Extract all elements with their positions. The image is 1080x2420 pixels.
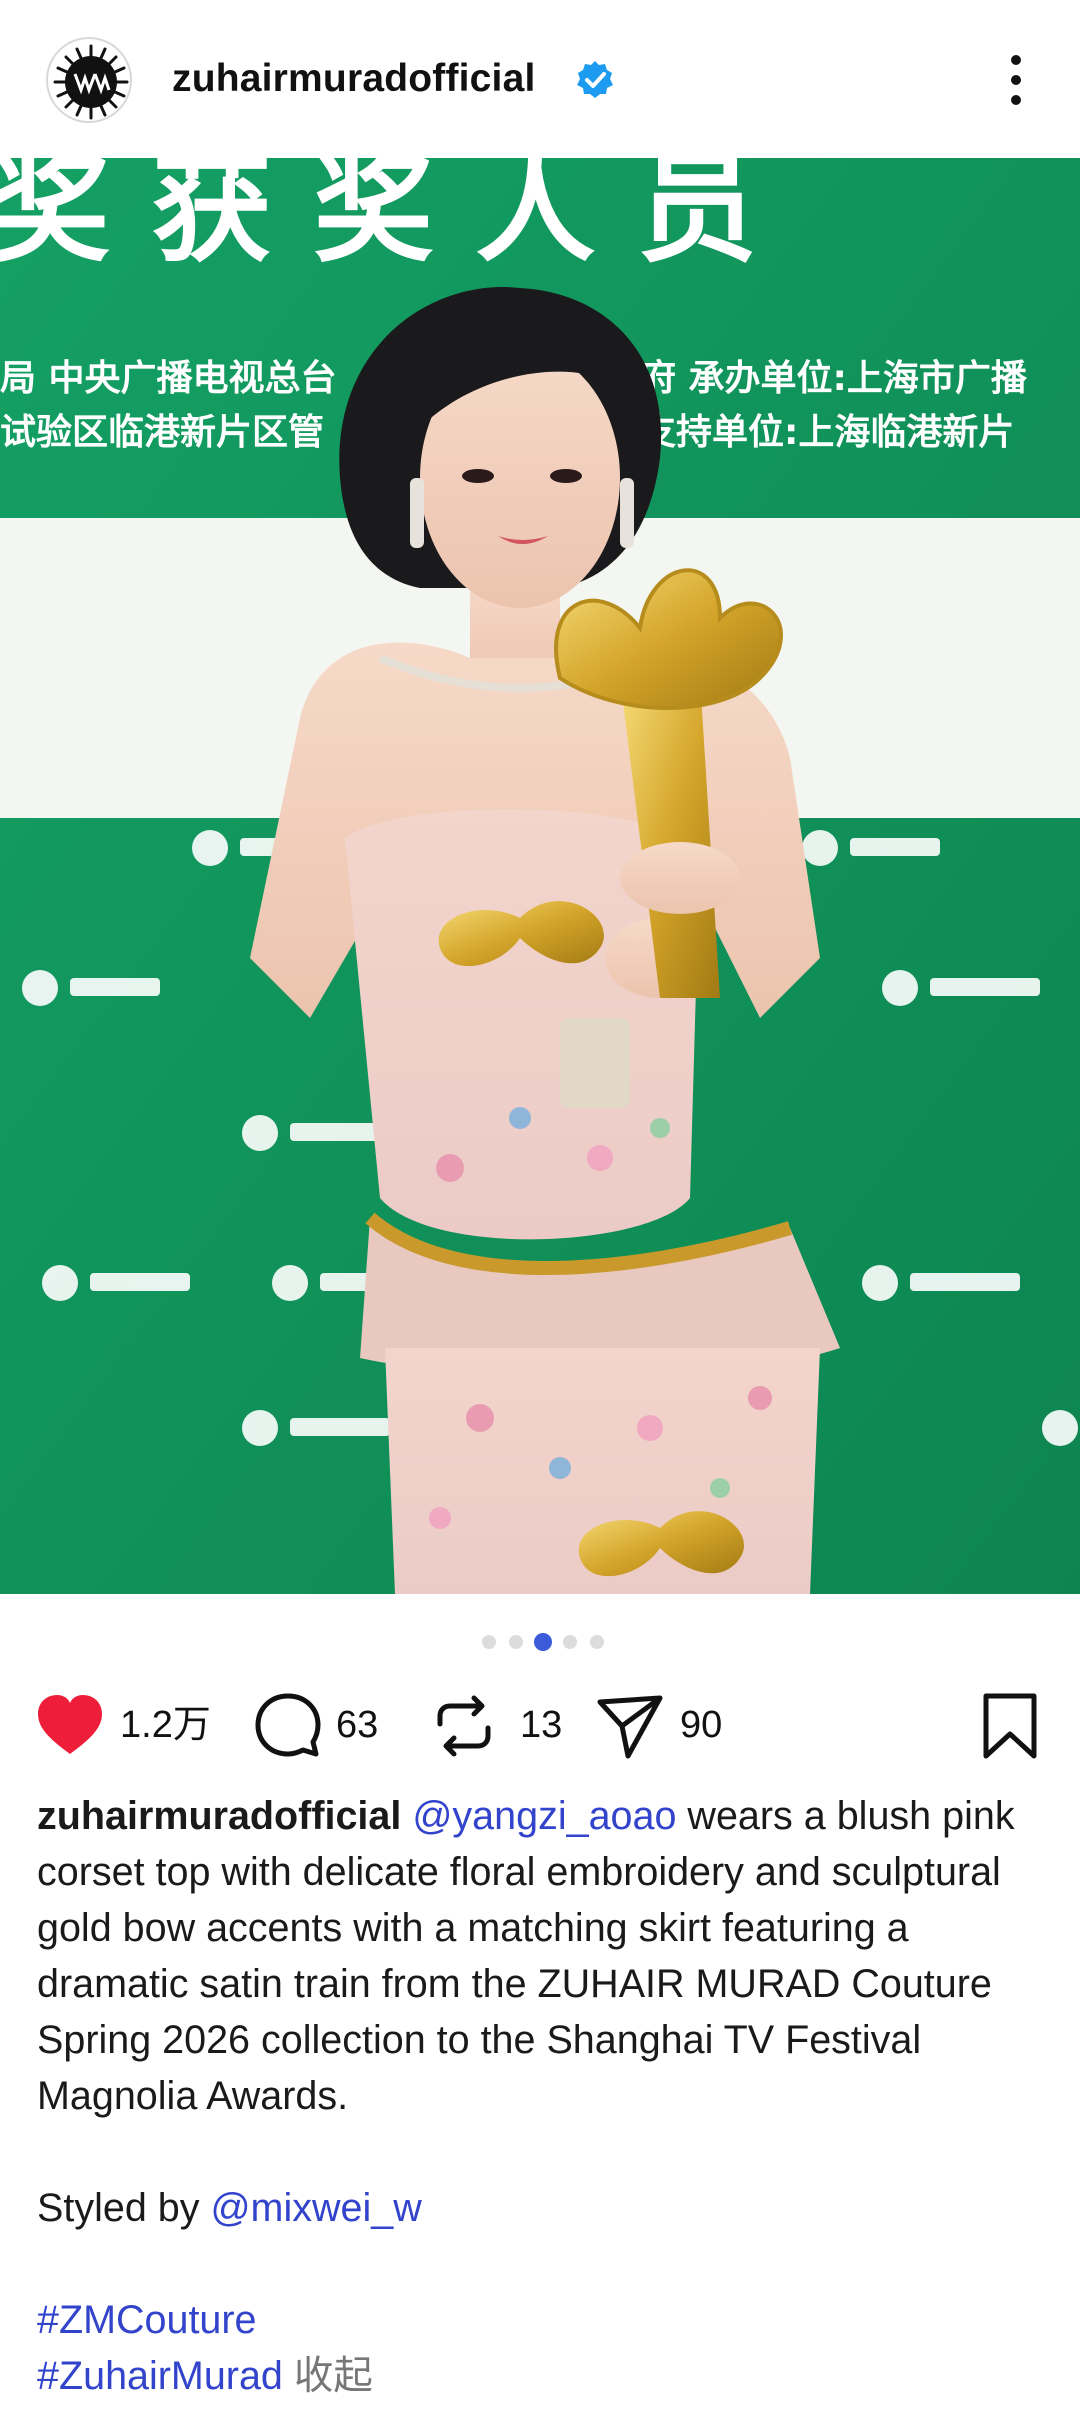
backdrop-line2-right: 支持单位:上海临港新片: [640, 412, 1014, 453]
heart-icon[interactable]: [34, 1690, 106, 1762]
caption-username[interactable]: zuhairmuradofficial: [37, 1794, 401, 1838]
carousel-indicator: [0, 1632, 1080, 1652]
carousel-dot-active: [534, 1633, 552, 1651]
caption-text: wears a blush pink corset top with delic…: [37, 1794, 1026, 2118]
styled-by-text: Styled by: [37, 2186, 211, 2230]
more-vertical-icon[interactable]: [996, 50, 1036, 110]
action-bar: 1.2万 63 13 90: [0, 1686, 1080, 1766]
post-image[interactable]: 奖 获 奖 人 员 局 中央广播电视总台 府 承办单位:上海市广播 试验区临港新…: [0, 158, 1080, 1594]
verified-badge-icon: [577, 61, 613, 98]
send-icon[interactable]: [594, 1690, 666, 1762]
repost-icon[interactable]: [428, 1690, 500, 1762]
collapse-link[interactable]: 收起: [283, 2354, 373, 2398]
backdrop-line2-left: 试验区临港新片区管: [0, 412, 324, 453]
bookmark-icon[interactable]: [974, 1690, 1046, 1762]
mention-link[interactable]: @yangzi_aoao: [412, 1794, 676, 1838]
zm-logo-icon: [53, 44, 129, 120]
share-count: 90: [680, 1704, 723, 1746]
carousel-dot: [590, 1635, 604, 1649]
carousel-dot: [509, 1635, 523, 1649]
comment-icon[interactable]: [252, 1690, 324, 1762]
carousel-dot: [482, 1635, 496, 1649]
backdrop-line1-left: 局 中央广播电视总台: [0, 358, 337, 399]
hashtag-link[interactable]: #ZMCouture: [37, 2298, 257, 2342]
like-count: 1.2万: [120, 1704, 211, 1746]
post-caption: zuhairmuradofficial @yangzi_aoao wears a…: [37, 1788, 1047, 2404]
post-header: zuhairmuradofficial: [0, 0, 1080, 158]
avatar[interactable]: [46, 37, 132, 123]
backdrop-line1-right: 府 承办单位:上海市广播: [640, 357, 1028, 399]
mention-link[interactable]: @mixwei_w: [210, 2186, 421, 2230]
carousel-dot: [563, 1635, 577, 1649]
red-carpet-photo: 奖 获 奖 人 员 局 中央广播电视总台 府 承办单位:上海市广播 试验区临港新…: [0, 158, 1080, 1594]
comment-count: 63: [336, 1704, 379, 1746]
username[interactable]: zuhairmuradofficial: [172, 54, 536, 104]
repost-count: 13: [520, 1704, 563, 1746]
backdrop-title-text: 奖 获 奖 人 员: [0, 158, 757, 279]
hashtag-link[interactable]: #ZuhairMurad: [37, 2354, 283, 2398]
